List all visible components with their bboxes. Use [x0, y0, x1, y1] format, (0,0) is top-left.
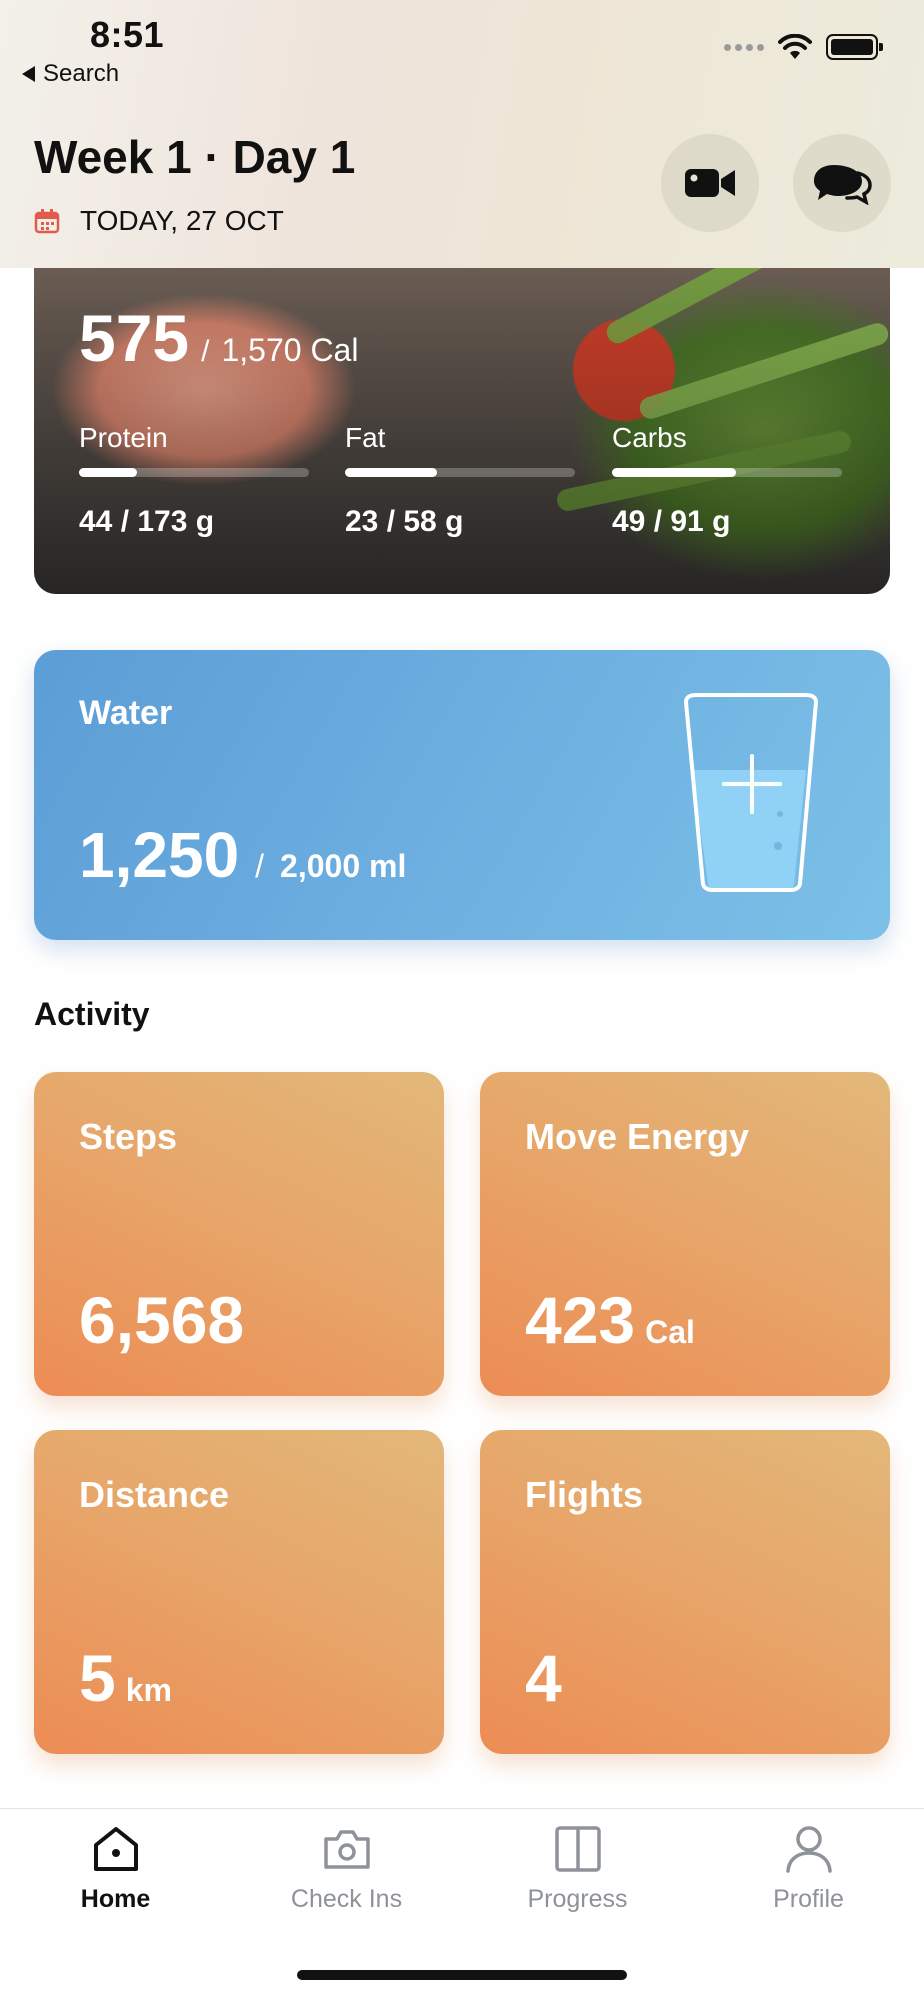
tab-home[interactable]: Home	[0, 1823, 231, 1914]
video-camera-icon	[685, 169, 735, 197]
tile-number: 423	[525, 1283, 636, 1357]
macro-value: 44 / 173 g	[79, 505, 215, 538]
tile-value: 423 Cal	[525, 1282, 695, 1358]
tab-label: Profile	[773, 1885, 844, 1913]
video-call-button[interactable]	[661, 134, 759, 232]
tile-label: Distance	[79, 1474, 230, 1515]
camera-icon	[323, 1830, 370, 1869]
tab-profile[interactable]: Profile	[693, 1823, 924, 1914]
signal-icon	[724, 43, 764, 51]
back-to-search-button[interactable]: Search	[22, 60, 119, 88]
distance-tile[interactable]: Distance 5 km	[34, 1430, 444, 1754]
macro-carbs: Carbs 49 / 91 g	[612, 422, 842, 539]
tile-number: 6,568	[79, 1283, 245, 1357]
header: 8:51 Search Week 1 · Day 1 TODAY, 27 OCT	[0, 0, 924, 268]
macro-progress-bar	[612, 468, 842, 477]
calories-separator: /	[201, 335, 210, 368]
macro-label: Protein	[79, 422, 168, 453]
steps-tile[interactable]: Steps 6,568	[34, 1072, 444, 1396]
tab-progress[interactable]: Progress	[462, 1823, 693, 1914]
tile-unit: km	[125, 1672, 172, 1708]
macro-progress-bar	[79, 468, 309, 477]
macro-label: Fat	[345, 422, 386, 453]
battery-icon	[826, 34, 883, 60]
water-summary: 1,250 / 2,000 ml	[79, 818, 406, 892]
tab-label: Check Ins	[290, 1885, 403, 1913]
tab-check-ins[interactable]: Check Ins	[231, 1823, 462, 1914]
add-water-glass-icon[interactable]	[682, 692, 822, 894]
tile-value: 4	[525, 1640, 572, 1716]
home-indicator	[297, 1970, 627, 1980]
progress-icon	[554, 1826, 601, 1872]
flights-tile[interactable]: Flights 4	[480, 1430, 890, 1754]
home-icon	[93, 1827, 138, 1871]
macro-value: 23 / 58 g	[345, 505, 464, 538]
calories-value: 575	[79, 301, 190, 375]
macro-fat: Fat 23 / 58 g	[345, 422, 575, 539]
macro-label: Carbs	[612, 422, 687, 453]
water-title: Water	[79, 694, 173, 732]
tab-label: Home	[80, 1885, 151, 1913]
date-row[interactable]: TODAY, 27 OCT	[34, 205, 284, 237]
chat-button[interactable]	[793, 134, 891, 232]
tile-label: Flights	[525, 1474, 643, 1515]
activity-section-title: Activity	[34, 996, 150, 1032]
profile-icon	[785, 1826, 832, 1873]
back-arrow-icon	[22, 66, 35, 82]
status-icons	[724, 34, 883, 60]
tile-label: Steps	[79, 1116, 178, 1157]
macro-protein: Protein 44 / 173 g	[79, 422, 309, 539]
calories-total: 1,570 Cal	[221, 332, 359, 368]
tile-label: Move Energy	[525, 1116, 750, 1157]
back-label: Search	[43, 60, 120, 87]
calories-summary: 575 / 1,570 Cal	[79, 300, 358, 376]
water-total: 2,000 ml	[280, 848, 407, 884]
nutrition-card[interactable]: 575 / 1,570 Cal Protein 44 / 173 g Fat 2…	[34, 230, 890, 594]
date-label: TODAY, 27 OCT	[80, 205, 284, 236]
tile-unit: Cal	[645, 1314, 695, 1350]
tile-number: 5	[79, 1641, 116, 1715]
macro-progress-bar	[345, 468, 575, 477]
tile-value: 5 km	[79, 1640, 172, 1716]
tile-value: 6,568	[79, 1282, 254, 1358]
tile-number: 4	[525, 1641, 562, 1715]
water-card[interactable]: Water 1,250 / 2,000 ml	[34, 650, 890, 940]
page-title: Week 1 · Day 1	[34, 131, 356, 183]
macro-value: 49 / 91 g	[612, 505, 731, 538]
wifi-icon	[778, 34, 812, 59]
status-time: 8:51	[90, 14, 165, 55]
chat-bubbles-icon	[814, 165, 872, 205]
water-value: 1,250	[79, 819, 240, 891]
tab-label: Progress	[527, 1885, 628, 1913]
water-separator: /	[255, 848, 265, 884]
move-energy-tile[interactable]: Move Energy 423 Cal	[480, 1072, 890, 1396]
calendar-icon	[34, 209, 60, 234]
